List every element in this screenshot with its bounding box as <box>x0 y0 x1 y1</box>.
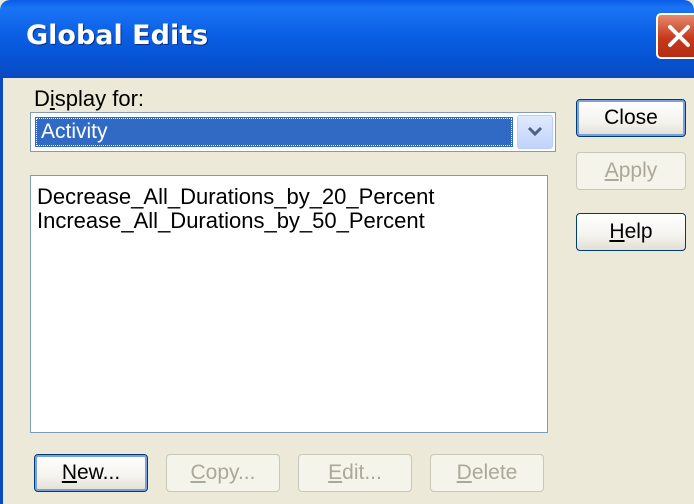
list-item[interactable]: Increase_All_Durations_by_50_Percent <box>37 208 425 234</box>
close-icon <box>668 25 690 47</box>
chevron-down-icon <box>527 126 543 137</box>
close-button[interactable]: Close <box>576 99 686 137</box>
display-for-dropdown[interactable]: Activity <box>30 112 556 152</box>
global-edits-list[interactable]: Decrease_All_Durations_by_20_Percent Inc… <box>30 175 548 433</box>
display-for-label: Display for: <box>34 86 145 111</box>
help-button[interactable]: Help <box>576 213 686 251</box>
global-edits-dialog: Global Edits Display for: Activity Decre… <box>0 0 694 504</box>
list-item[interactable]: Decrease_All_Durations_by_20_Percent <box>37 184 434 210</box>
apply-button[interactable]: Apply <box>576 152 686 190</box>
display-for-selected-value: Activity <box>35 117 513 147</box>
window-close-button[interactable] <box>656 13 694 59</box>
dropdown-arrow-button[interactable] <box>517 115 553 149</box>
edit-button[interactable]: Edit... <box>298 454 412 492</box>
window-title: Global Edits <box>26 20 209 51</box>
delete-button[interactable]: Delete <box>430 454 544 492</box>
new-button[interactable]: New... <box>34 454 148 492</box>
copy-button[interactable]: Copy... <box>166 454 280 492</box>
title-bar[interactable]: Global Edits <box>0 0 694 78</box>
